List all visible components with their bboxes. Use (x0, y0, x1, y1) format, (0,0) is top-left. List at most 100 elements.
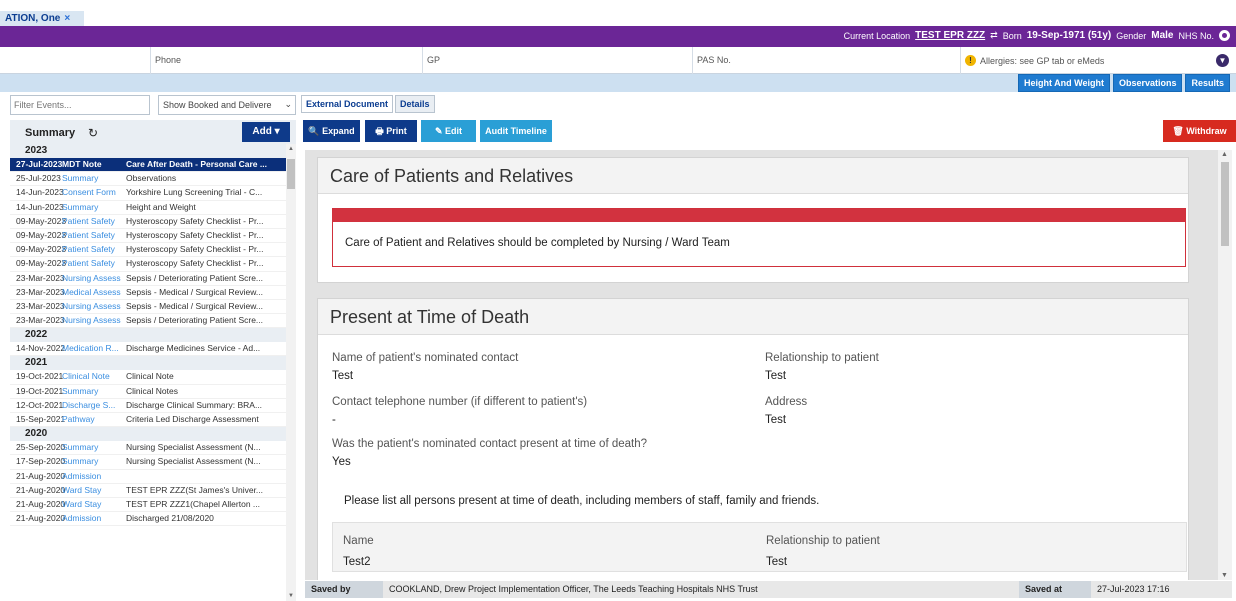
scroll-thumb[interactable] (1221, 162, 1229, 246)
list-item[interactable]: 14-Jun-2023 Summary Height and Weight (10, 201, 286, 215)
chevron-down-icon: ⌄ (284, 99, 292, 109)
list-item[interactable]: 12-Oct-2021 Discharge S... Discharge Clini… (10, 399, 286, 413)
event-type: Ward Stay (62, 484, 102, 495)
list-item[interactable]: 19-Oct-2021 Summary Clinical Notes (10, 385, 286, 399)
scroll-down-icon[interactable]: ▼ (288, 593, 294, 599)
list-item[interactable]: 21-Aug-2020 Ward Stay TEST EPR ZZZ1(Chapel… (10, 498, 286, 513)
event-type: Ward Stay (62, 498, 102, 509)
saved-by-label: Saved by (305, 581, 383, 598)
year-group-header[interactable]: 2022 (10, 328, 286, 343)
relationship-label: Relationship to patient (765, 352, 879, 364)
list-item[interactable]: 21-Aug-2020 Ward Stay TEST EPR ZZZ(St Jame… (10, 484, 286, 498)
document-content: Care of Patients and Relatives Care of P… (305, 150, 1218, 580)
list-item[interactable]: 19-Oct-2021 Clinical Note Clinical Note (10, 370, 286, 385)
list-item[interactable]: 21-Aug-2020 Admission (10, 470, 286, 484)
list-item[interactable]: 14-Jun-2023 Consent Form Yorkshire Lung Sc… (10, 186, 286, 201)
patient-tab[interactable]: ATION, One × (0, 11, 84, 26)
list-item[interactable]: 23-Mar-2023 Nursing Assess Sepsis / Deteri… (10, 272, 286, 286)
scroll-thumb[interactable] (287, 159, 295, 189)
band-button-results[interactable]: Results (1185, 74, 1230, 92)
saved-by-value: COOKLAND, Drew Project Implementation Of… (389, 584, 758, 594)
list-item[interactable]: 09-May-2023 Patient Safety Hysteroscopy Sa… (10, 257, 286, 272)
present-at-death-card: Present at Time of Death Name of patient… (317, 298, 1189, 580)
list-item[interactable]: 14-Nov-2022 Medication R... Discharge Medi… (10, 342, 286, 357)
year-group-header[interactable]: 2021 (10, 356, 286, 371)
event-type: Medication R... (62, 343, 119, 354)
event-description: Discharge Medicines Service - Ad... (126, 343, 261, 354)
event-type: Patient Safety (62, 215, 115, 226)
show-events-select-value: Show Booked and Delivere (163, 100, 272, 110)
list-item[interactable]: 23-Mar-2023 Nursing Assess Sepsis - Medica… (10, 300, 286, 315)
gp-field: GP (422, 47, 692, 74)
allergies-text: Allergies: see GP tab or eMeds (980, 55, 1105, 66)
list-item[interactable]: 23-Mar-2023 Medical Assess Sepsis - Medica… (10, 286, 286, 300)
event-description (124, 470, 286, 483)
event-date: 21-Aug-2020 (16, 484, 66, 495)
event-description: Clinical Note (126, 371, 174, 382)
document-panel: External Document Details 🔍 Expand 🖶 Pri… (301, 92, 1236, 601)
event-type: Patient Safety (62, 258, 115, 269)
add-button[interactable]: Add ▾ (242, 122, 290, 142)
list-item[interactable]: 23-Mar-2023 Nursing Assess Sepsis / Deteri… (10, 314, 286, 329)
scroll-up-icon[interactable]: ▲ (288, 146, 294, 152)
list-item[interactable]: 09-May-2023 Patient Safety Hysteroscopy Sa… (10, 215, 286, 229)
event-description: Hysteroscopy Safety Checklist - Pr... (126, 258, 264, 269)
event-type: Patient Safety (62, 229, 115, 240)
list-item[interactable]: 09-May-2023 Patient Safety Hysteroscopy Sa… (10, 243, 286, 258)
event-type: Summary (62, 173, 99, 184)
relationship-value: Test (765, 370, 787, 382)
event-type: Summary (62, 385, 99, 396)
year-group-header[interactable]: 2020 (10, 427, 286, 442)
current-location-link[interactable]: TEST EPR ZZZ (915, 30, 985, 41)
swap-icon[interactable]: ⇄ (990, 30, 998, 41)
event-date: 23-Mar-2023 (16, 300, 65, 311)
band-button-height-and-weight[interactable]: Height And Weight (1017, 74, 1110, 92)
nhs-info-icon[interactable] (1219, 30, 1230, 41)
event-type: Summary (62, 442, 99, 453)
event-type: Nursing Assess (62, 300, 121, 311)
list-item[interactable]: 17-Sep-2020 Summary Nursing Specialist Ass… (10, 455, 286, 470)
summary-header: Summary ↻ Add ▾ (10, 120, 296, 144)
pas-field: PAS No. (692, 47, 960, 74)
document-scrollbar[interactable]: ▲ ▼ (1218, 150, 1232, 580)
close-icon[interactable]: × (64, 13, 70, 24)
event-type: Consent Form (62, 187, 116, 198)
band-button-observations[interactable]: Observations (1112, 74, 1183, 92)
list-item[interactable]: 25-Sep-2020 Summary Nursing Specialist Ass… (10, 441, 286, 456)
event-description: Height and Weight (126, 201, 196, 212)
address-value: Test (765, 414, 787, 426)
event-date: 14-Jun-2023 (16, 187, 64, 198)
show-events-select[interactable]: Show Booked and Delivere ⌄ (158, 95, 296, 115)
tab-details[interactable]: Details (395, 95, 435, 113)
list-item[interactable]: 21-Aug-2020 Admission Discharged 21/08/202… (10, 512, 286, 527)
event-type: Patient Safety (62, 244, 115, 255)
scroll-down-icon[interactable]: ▼ (1221, 572, 1228, 579)
tab-external-document[interactable]: External Document (301, 95, 394, 113)
events-scrollbar[interactable]: ▲ ▼ (286, 144, 296, 601)
allergies-field[interactable]: ! Allergies: see GP tab or eMeds (960, 47, 1236, 74)
list-item[interactable]: 27-Jul-2023 MDT Note Care After Death - Pe… (10, 158, 286, 173)
present-value: Yes (332, 456, 351, 468)
event-date: 21-Aug-2020 (16, 513, 66, 524)
event-description: Hysteroscopy Safety Checklist - Pr... (126, 215, 264, 226)
chevron-down-icon[interactable]: ▼ (1216, 54, 1229, 67)
list-item[interactable]: 09-May-2023 Patient Safety Hysteroscopy Sa… (10, 229, 286, 244)
filter-events-input[interactable] (10, 95, 150, 115)
refresh-icon[interactable]: ↻ (88, 126, 98, 140)
list-item[interactable]: 15-Sep-2021 Pathway Criteria Led Discharge… (10, 413, 286, 428)
event-description: Care After Death - Personal Care ... (126, 159, 267, 169)
scroll-up-icon[interactable]: ▲ (1221, 151, 1228, 158)
event-date: 14-Nov-2022 (16, 343, 66, 354)
year-group-header[interactable]: 2023 (10, 144, 286, 158)
event-description: TEST EPR ZZZ1(Chapel Allerton ... (126, 498, 260, 509)
gender-value: Male (1151, 30, 1174, 41)
alert-text: Care of Patient and Relatives should be … (345, 237, 730, 249)
withdraw-button[interactable]: 🗑 Withdraw (1163, 120, 1236, 142)
edit-button[interactable]: ✎ Edit (421, 120, 476, 142)
list-item[interactable]: 25-Jul-2023 Summary Observations (10, 172, 286, 187)
audit-timeline-button[interactable]: Audit Timeline (480, 120, 552, 142)
expand-button[interactable]: 🔍 Expand (303, 120, 360, 142)
demo-blank (0, 47, 150, 74)
print-button[interactable]: 🖶 Print (365, 120, 417, 142)
event-type: Summary (62, 201, 99, 212)
